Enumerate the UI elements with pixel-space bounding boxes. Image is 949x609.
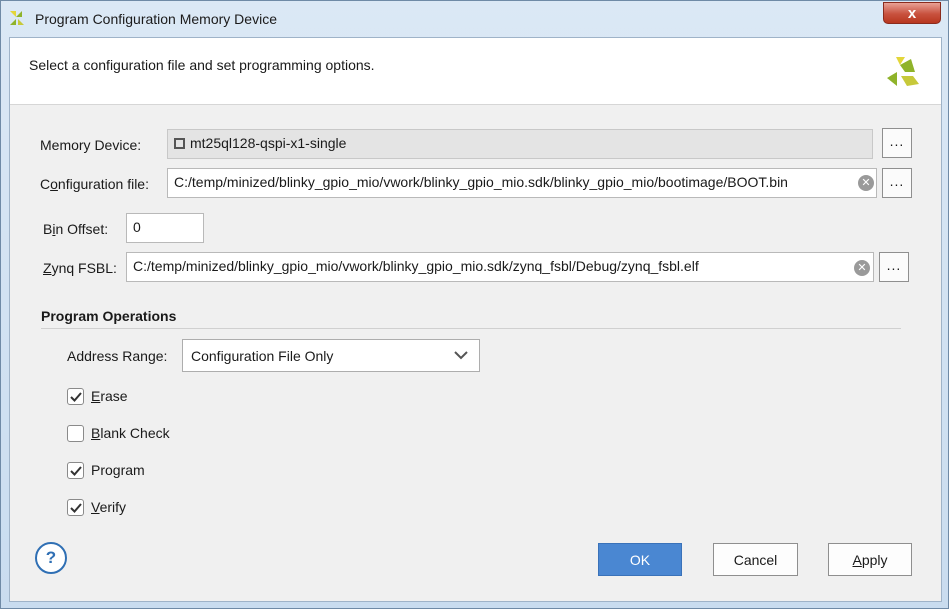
erase-label: Erase	[91, 388, 128, 404]
blank-check-label: Blank Check	[91, 425, 170, 441]
chip-icon	[174, 138, 185, 149]
blank-check-checkbox[interactable]	[67, 424, 84, 442]
checkmark-icon	[70, 502, 82, 513]
xilinx-logo-icon	[10, 11, 24, 25]
program-checkbox[interactable]	[67, 461, 84, 479]
cancel-button[interactable]: Cancel	[713, 543, 798, 576]
zynq-fsbl-browse-button[interactable]: ...	[879, 252, 909, 282]
help-button[interactable]: ?	[35, 542, 67, 574]
memory-device-label: Memory Device:	[40, 137, 142, 153]
verify-checkbox[interactable]	[67, 498, 84, 516]
program-operations-title: Program Operations	[41, 308, 177, 324]
configuration-file-value: C:/temp/minized/blinky_gpio_mio/vwork/bl…	[174, 174, 788, 190]
help-icon: ?	[45, 548, 57, 567]
chevron-down-icon	[454, 351, 468, 360]
verify-option[interactable]: Verify	[67, 497, 126, 517]
bin-offset-value: 0	[133, 219, 141, 235]
erase-checkbox[interactable]	[67, 387, 84, 405]
clear-zynq-fsbl-icon[interactable]: ✕	[854, 260, 870, 276]
memory-device-browse-button[interactable]: ...	[882, 128, 912, 158]
window-title: Program Configuration Memory Device	[35, 11, 277, 27]
erase-option[interactable]: Erase	[67, 386, 128, 406]
zynq-fsbl-label: Zynq FSBL:	[43, 260, 117, 276]
clear-configuration-file-icon[interactable]: ✕	[858, 175, 874, 191]
program-option[interactable]: Program	[67, 460, 145, 480]
title-bar[interactable]: Program Configuration Memory Device x	[1, 1, 948, 37]
configuration-file-input[interactable]: C:/temp/minized/blinky_gpio_mio/vwork/bl…	[167, 168, 877, 198]
configuration-file-browse-button[interactable]: ...	[882, 168, 912, 198]
bin-offset-input[interactable]: 0	[126, 213, 204, 243]
verify-label: Verify	[91, 499, 127, 515]
checkmark-icon	[70, 391, 82, 402]
memory-device-value: mt25ql128-qspi-x1-single	[190, 135, 347, 151]
blank-check-option[interactable]: Blank Check	[67, 423, 170, 443]
configuration-file-label: Configuration file:	[40, 176, 149, 192]
close-button[interactable]: x	[883, 2, 941, 24]
bin-offset-label: Bin Offset:	[43, 221, 109, 237]
address-range-value: Configuration File Only	[191, 348, 334, 364]
program-label: Program	[91, 462, 145, 478]
ok-button[interactable]: OK	[598, 543, 682, 576]
section-divider	[41, 328, 901, 329]
address-range-label: Address Range:	[67, 348, 168, 364]
checkmark-icon	[70, 465, 82, 476]
xilinx-logo-icon	[887, 57, 919, 86]
zynq-fsbl-value: C:/temp/minized/blinky_gpio_mio/vwork/bl…	[133, 258, 699, 274]
apply-button[interactable]: Apply	[828, 543, 912, 576]
header-band: Select a configuration file and set prog…	[10, 38, 941, 105]
address-range-select[interactable]: Configuration File Only	[182, 339, 480, 372]
zynq-fsbl-input[interactable]: C:/temp/minized/blinky_gpio_mio/vwork/bl…	[126, 252, 874, 282]
dialog-body: Select a configuration file and set prog…	[9, 37, 942, 602]
instruction-text: Select a configuration file and set prog…	[29, 57, 375, 73]
dialog-window: Program Configuration Memory Device x Se…	[0, 0, 949, 609]
memory-device-field: mt25ql128-qspi-x1-single	[167, 129, 873, 159]
close-icon: x	[907, 4, 917, 22]
